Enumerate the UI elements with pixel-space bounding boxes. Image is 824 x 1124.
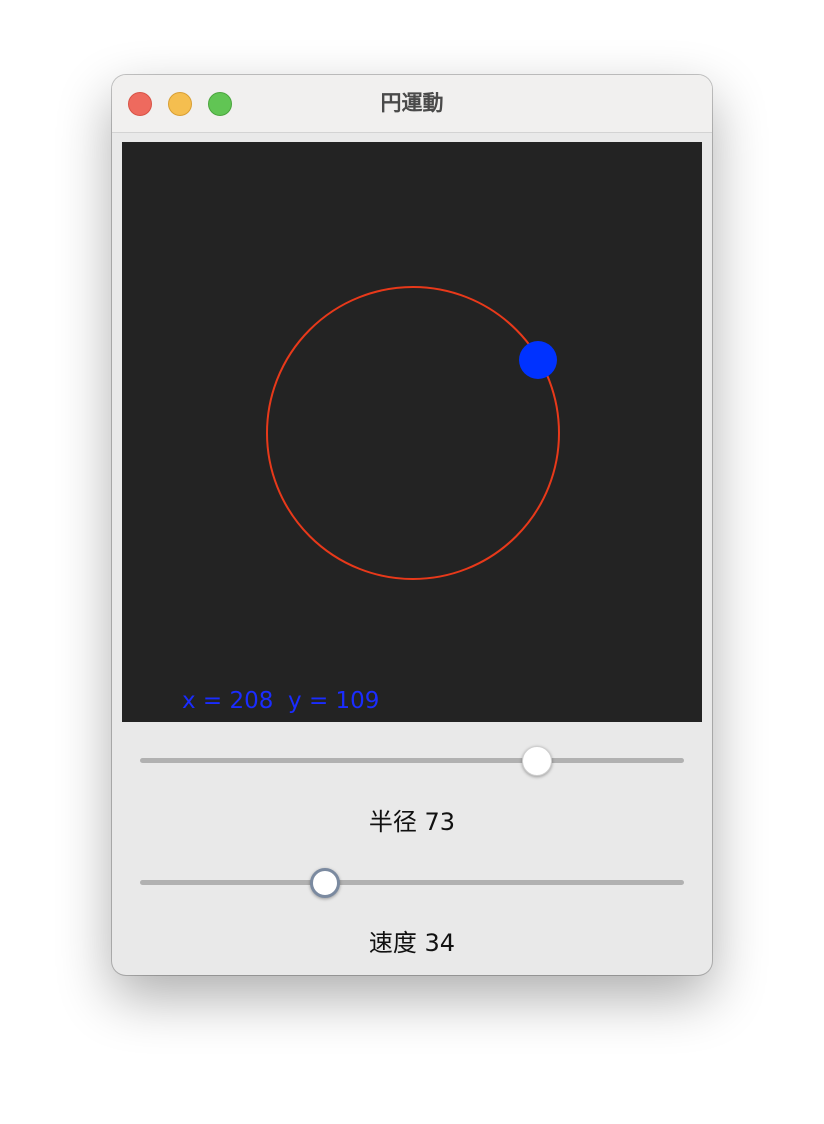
orbit-circle — [266, 286, 560, 580]
speed-slider-track[interactable] — [140, 880, 684, 885]
title-bar[interactable]: 円運動 — [112, 75, 712, 133]
moving-ball — [519, 341, 557, 379]
canvas-drawing — [266, 286, 560, 580]
maximize-button[interactable] — [208, 92, 232, 116]
close-button[interactable] — [128, 92, 152, 116]
coordinate-readout: x = 208 y = 109 — [182, 688, 380, 714]
radius-slider-thumb[interactable] — [522, 746, 553, 776]
speed-slider-thumb[interactable] — [309, 868, 340, 898]
speed-label: 速度 34 — [368, 929, 456, 957]
animation-canvas: x = 208 y = 109 — [122, 142, 702, 722]
minimize-button[interactable] — [168, 92, 192, 116]
radius-slider[interactable] — [140, 743, 684, 779]
window-title: 円運動 — [380, 91, 444, 115]
speed-slider[interactable] — [140, 865, 684, 901]
radius-slider-track[interactable] — [140, 758, 684, 763]
radius-label: 半径 73 — [368, 808, 456, 836]
app-window: 円運動 x = 208 y = 109 半径 73 速度 34 — [112, 75, 712, 975]
